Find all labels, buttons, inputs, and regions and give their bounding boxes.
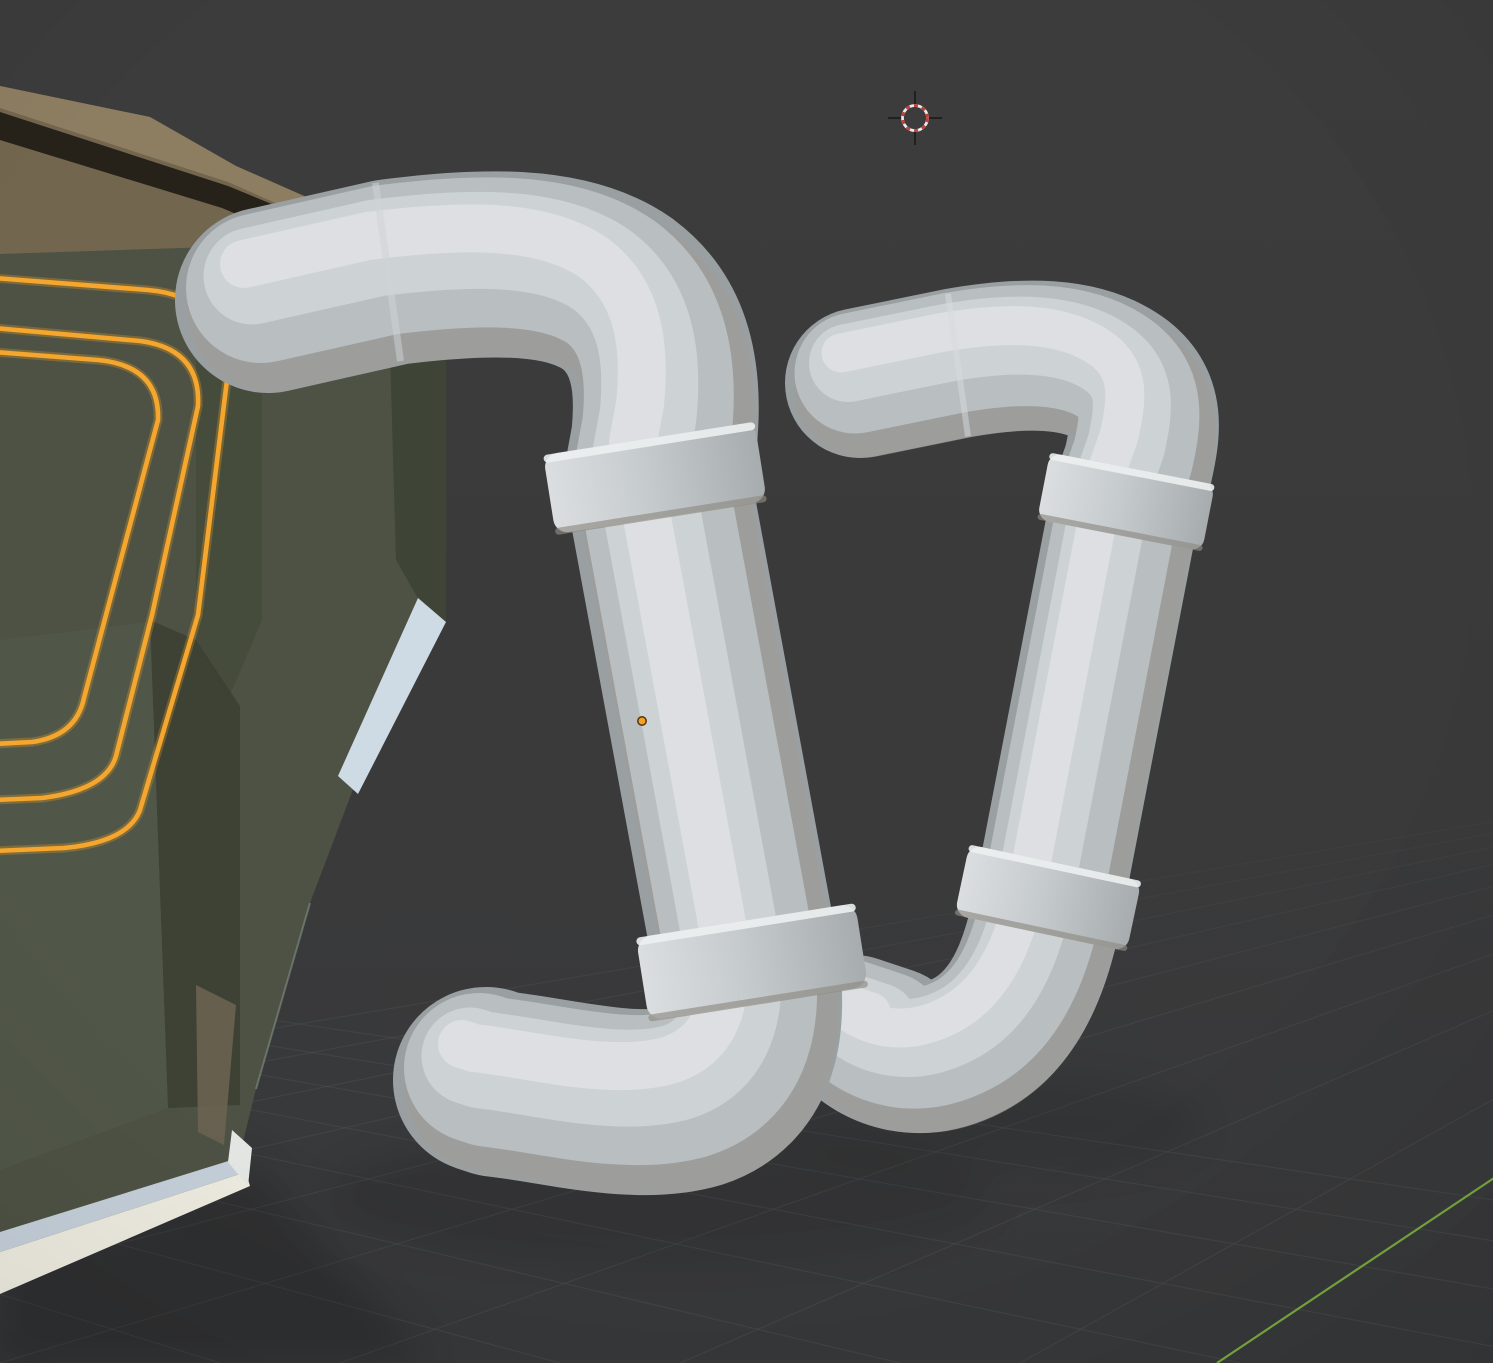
viewport-canvas[interactable] — [0, 0, 1493, 1363]
viewport-vignette — [0, 0, 1493, 1363]
blender-3d-viewport[interactable] — [0, 0, 1493, 1363]
